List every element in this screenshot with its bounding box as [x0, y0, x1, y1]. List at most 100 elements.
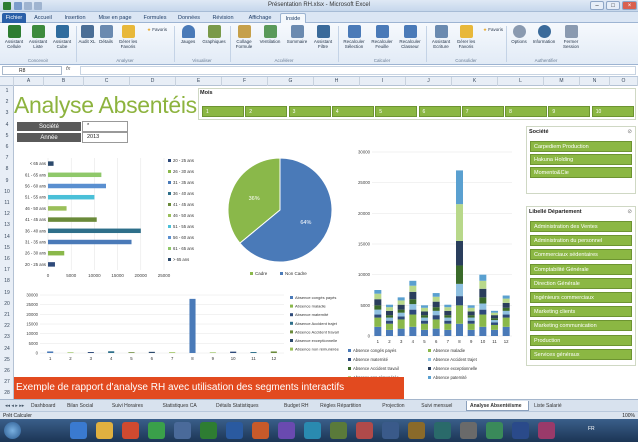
row-header[interactable]: 11: [0, 198, 14, 209]
app-icon[interactable]: [330, 422, 347, 439]
annee-value[interactable]: 2013: [82, 132, 128, 143]
row-header[interactable]: 6: [0, 142, 14, 153]
app-icon[interactable]: [356, 422, 373, 439]
app-icon[interactable]: [486, 422, 503, 439]
mois-button[interactable]: 10: [591, 106, 634, 117]
details-button[interactable]: Détails: [96, 25, 116, 44]
gerer-favoris-button[interactable]: Gérer les Favoris: [116, 25, 140, 49]
societe-value[interactable]: *: [82, 121, 128, 132]
departement-item[interactable]: Production: [530, 334, 632, 346]
assistant-cube-button[interactable]: Assistant Cube: [50, 25, 74, 49]
mois-button[interactable]: 1: [202, 106, 244, 117]
app-icon[interactable]: [382, 422, 399, 439]
excel-taskbar-icon[interactable]: [200, 422, 217, 439]
minimize-button[interactable]: –: [590, 1, 604, 10]
row-header[interactable]: 18: [0, 276, 14, 287]
clear-filter-icon[interactable]: ⊘: [627, 129, 632, 135]
sommaire-button[interactable]: Sommaire: [284, 25, 310, 44]
mois-button[interactable]: 2: [245, 106, 288, 117]
row-header[interactable]: 4: [0, 120, 14, 131]
row-header[interactable]: 3: [0, 108, 14, 119]
assistant-ecriture-button[interactable]: Assistant Ecriture: [428, 25, 454, 49]
row-header[interactable]: 20: [0, 299, 14, 310]
tab-inside[interactable]: Inside: [280, 13, 306, 23]
clear-filter-icon[interactable]: ⊘: [627, 209, 632, 215]
row-header[interactable]: 25: [0, 355, 14, 366]
departement-item[interactable]: Marketing communication: [530, 320, 632, 332]
row-header[interactable]: 1: [0, 86, 14, 97]
column-header[interactable]: L: [498, 77, 544, 86]
tab-fichier[interactable]: Fichier: [2, 13, 26, 23]
tab-affichage[interactable]: Affichage: [242, 13, 278, 23]
options-button[interactable]: Options: [508, 25, 530, 44]
column-header[interactable]: N: [580, 77, 610, 86]
app-icon[interactable]: [460, 422, 477, 439]
column-header[interactable]: O: [610, 77, 638, 86]
row-header[interactable]: 5: [0, 131, 14, 142]
start-icon[interactable]: [4, 422, 21, 439]
row-header[interactable]: 12: [0, 209, 14, 220]
column-header[interactable]: H: [314, 77, 360, 86]
worksheet[interactable]: Analyse Absentéisme Société * Année 2013…: [14, 86, 638, 399]
sheet-tab[interactable]: Statistiques CA: [160, 401, 212, 411]
column-header[interactable]: B: [44, 77, 84, 86]
column-header[interactable]: A: [14, 77, 44, 86]
app-icon[interactable]: [434, 422, 451, 439]
column-header[interactable]: M: [544, 77, 580, 86]
assistant-cellule-button[interactable]: Assistant Cellule: [2, 25, 26, 49]
fermer-session-button[interactable]: Fermer Session: [558, 25, 584, 49]
ie-icon[interactable]: [70, 422, 87, 439]
assistant-liste-button[interactable]: Assistant Liste: [26, 25, 50, 49]
folder-icon[interactable]: [96, 422, 113, 439]
row-header[interactable]: 14: [0, 232, 14, 243]
row-header[interactable]: 16: [0, 254, 14, 265]
row-header[interactable]: 27: [0, 377, 14, 388]
societe-item[interactable]: Hakuna Holding: [530, 154, 632, 165]
app-icon[interactable]: [408, 422, 425, 439]
sheet-tab[interactable]: Budget RH: [281, 401, 315, 411]
maximize-button[interactable]: □: [606, 1, 620, 10]
word-icon[interactable]: [226, 422, 243, 439]
tab-formules[interactable]: Formules: [140, 13, 170, 23]
sheet-tab[interactable]: Projection: [379, 401, 416, 411]
row-header[interactable]: 8: [0, 164, 14, 175]
app-icon[interactable]: [174, 422, 191, 439]
mois-button[interactable]: 9: [548, 106, 591, 117]
mois-button[interactable]: 4: [331, 106, 374, 117]
row-header[interactable]: 22: [0, 321, 14, 332]
sheet-tab[interactable]: Liste Salarié: [531, 401, 577, 411]
close-button[interactable]: ×: [622, 1, 637, 10]
societe-item[interactable]: Carpediem Production: [530, 141, 632, 152]
column-header[interactable]: I: [360, 77, 406, 86]
collage-formule-button[interactable]: Collage Formule: [232, 25, 256, 49]
recalculer-selection-button[interactable]: Recalculer Sélection: [340, 25, 368, 49]
gerer-favoris-2-button[interactable]: Gérer les Favoris: [454, 25, 478, 49]
sheet-tab[interactable]: Détails Statistiques: [213, 401, 279, 411]
assistant-filtre-button[interactable]: Assistant Filtre: [310, 25, 336, 49]
column-header[interactable]: K: [452, 77, 498, 86]
sheet-tab[interactable]: Bilan Social: [64, 401, 107, 411]
favoris-dropdown-2[interactable]: ★ Favoris: [478, 27, 508, 32]
societe-item[interactable]: Momento&Cie: [530, 167, 632, 178]
mois-button[interactable]: 5: [375, 106, 418, 117]
sheet-tab[interactable]: Analyse Absentéisme: [466, 401, 530, 411]
app-icon[interactable]: [538, 422, 555, 439]
column-header[interactable]: C: [84, 77, 130, 86]
name-box[interactable]: R8: [2, 66, 62, 75]
tab-scroll-arrows[interactable]: ◂◂ ◂ ▸ ▸▸: [2, 401, 27, 411]
row-header[interactable]: 13: [0, 220, 14, 231]
row-header[interactable]: 28: [0, 388, 14, 399]
row-header[interactable]: 7: [0, 153, 14, 164]
row-header[interactable]: 19: [0, 288, 14, 299]
row-header[interactable]: 10: [0, 187, 14, 198]
mois-button[interactable]: 7: [461, 106, 504, 117]
departement-item[interactable]: Services généraux: [530, 348, 632, 360]
sheet-tab[interactable]: Suivi Horaires: [109, 401, 158, 411]
tab-mise-en-page[interactable]: Mise en page: [94, 13, 136, 23]
column-header[interactable]: E: [176, 77, 222, 86]
row-header[interactable]: 23: [0, 332, 14, 343]
tab-accueil[interactable]: Accueil: [30, 13, 56, 23]
ventilation-button[interactable]: Ventilation: [256, 25, 284, 44]
departement-item[interactable]: Administration des Ventes: [530, 221, 632, 232]
row-header[interactable]: 26: [0, 366, 14, 377]
